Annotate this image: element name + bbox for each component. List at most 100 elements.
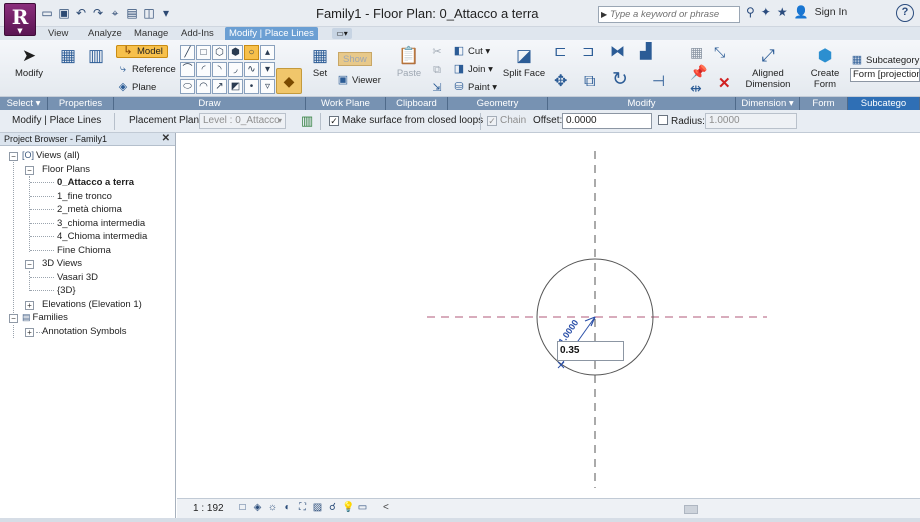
radius-input[interactable]: 1.0000: [705, 113, 797, 129]
panel-dimension[interactable]: Dimension ▾: [736, 97, 800, 110]
tree-item-4-chioma-intermedia[interactable]: 4_Chioma intermedia: [57, 230, 147, 243]
tree-item-3d-views[interactable]: 3D Views: [42, 257, 82, 270]
offset-input[interactable]: 0.0000: [562, 113, 652, 129]
delete-icon[interactable]: ✕: [718, 76, 731, 92]
undo-icon[interactable]: ↶: [74, 6, 88, 20]
paste-button[interactable]: 📋 Paste: [394, 44, 424, 79]
align-icon[interactable]: ⊏: [554, 44, 567, 60]
tab-manage[interactable]: Manage: [130, 27, 172, 40]
modify-button[interactable]: ➤ Modify: [8, 44, 50, 79]
tree-item-annotation-symbols[interactable]: Annotation Symbols: [42, 325, 127, 338]
analysis-display-icon[interactable]: ▭: [357, 502, 368, 513]
rotate-icon[interactable]: ↻: [612, 70, 628, 89]
trim-extend-icon[interactable]: ⊣: [652, 74, 665, 90]
horizontal-scrollbar-thumb[interactable]: [684, 505, 698, 514]
mirror-axis-icon[interactable]: ⧓: [610, 44, 625, 60]
subscription-icon[interactable]: ✦: [761, 5, 771, 19]
tree-item-3-chioma-intermedia[interactable]: 3_chioma intermedia: [57, 217, 145, 230]
radius-checkbox[interactable]: Radius:: [658, 115, 705, 127]
collapse-toggle[interactable]: −: [9, 152, 18, 161]
create-form-button[interactable]: ⬢ Create Form: [806, 44, 844, 90]
switch-windows-icon[interactable]: ◫: [142, 6, 156, 20]
scroll-left-icon[interactable]: <: [383, 502, 389, 513]
expand-toggle[interactable]: +: [25, 328, 34, 337]
tab-view[interactable]: View: [44, 27, 72, 40]
collapse-toggle[interactable]: −: [25, 166, 34, 175]
reference-line-button[interactable]: ⤷ Reference: [116, 61, 176, 77]
fillet-arc-tool-icon[interactable]: ◞: [228, 62, 243, 77]
make-surface-checkbox[interactable]: ✓ Make surface from closed loops: [329, 115, 483, 126]
viewer-button[interactable]: ▣ Viewer: [336, 72, 381, 88]
collapse-toggle[interactable]: −: [25, 260, 34, 269]
split-face-button[interactable]: ◪ Split Face: [502, 44, 546, 79]
tree-item-floor-plans[interactable]: Floor Plans: [42, 163, 90, 176]
chain-checkbox[interactable]: ✓ Chain: [487, 115, 526, 126]
save-icon[interactable]: ▣: [57, 6, 71, 20]
help-button[interactable]: ?: [896, 4, 914, 22]
tree-item-elevations[interactable]: Elevations (Elevation 1): [42, 298, 142, 311]
copy-clipboard-button[interactable]: ⧉: [430, 62, 446, 78]
draw-gallery-up-icon[interactable]: ▴: [260, 45, 275, 60]
cut-geometry-button[interactable]: ◧ Cut ▾: [452, 43, 490, 59]
drawing-surface[interactable]: 1.0000: [177, 133, 920, 498]
placement-plane-select[interactable]: Level : 0_Attacco ▾: [199, 113, 286, 129]
scale-icon[interactable]: ⤡: [714, 44, 725, 60]
show-crop-region-icon[interactable]: ▨: [312, 502, 323, 513]
shadows-icon[interactable]: ◐: [282, 502, 293, 513]
circle-tool-icon[interactable]: ○: [244, 45, 259, 60]
join-geometry-button[interactable]: ◨ Join ▾: [452, 61, 493, 77]
pick-plane-icon[interactable]: ▥: [301, 113, 313, 129]
reference-plane-button[interactable]: ◈ Plane: [116, 79, 157, 95]
tree-item-views-all[interactable]: [O] Views (all): [22, 149, 80, 162]
crop-view-icon[interactable]: ⛶: [297, 502, 308, 513]
type-properties-button[interactable]: ▥: [84, 44, 106, 68]
circumscribed-polygon-tool-icon[interactable]: ⬢: [228, 45, 243, 60]
detail-level-icon[interactable]: □: [237, 502, 248, 513]
offset-icon[interactable]: ⊐: [582, 44, 595, 60]
pin-icon[interactable]: 📌: [690, 64, 707, 80]
favorites-icon[interactable]: ★: [777, 5, 788, 19]
drawing-canvas[interactable]: 1.0000 0.35: [177, 133, 920, 498]
visual-style-icon[interactable]: ◈: [252, 502, 263, 513]
ribbon-minimize-button[interactable]: ▭▾: [332, 28, 352, 39]
match-properties-button[interactable]: ⇲: [430, 80, 446, 96]
spline-tool-icon[interactable]: ∿: [244, 62, 259, 77]
tangent-arc-tool-icon[interactable]: ◝: [212, 62, 227, 77]
paint-button[interactable]: ⛁ Paint ▾: [452, 79, 497, 95]
tab-add-ins[interactable]: Add-Ins: [177, 27, 218, 40]
panel-select[interactable]: Select ▾: [0, 97, 48, 110]
open-icon[interactable]: ▭: [40, 6, 54, 20]
start-end-arc-tool-icon[interactable]: ⌒: [180, 62, 195, 77]
tree-item-vasari-3d[interactable]: Vasari 3D: [57, 271, 98, 284]
search-input[interactable]: ▶ Type a keyword or phrase: [598, 6, 740, 23]
pick-lines-tool-icon[interactable]: ↗: [212, 79, 227, 94]
center-ends-arc-tool-icon[interactable]: ◜: [196, 62, 211, 77]
radius-dimension-input[interactable]: 0.35: [557, 341, 624, 361]
collapse-toggle[interactable]: −: [9, 314, 18, 323]
set-work-plane-button[interactable]: ▦ Set: [308, 44, 332, 79]
sun-path-icon[interactable]: ☼: [267, 502, 278, 513]
tree-item-fine-chioma[interactable]: Fine Chioma: [57, 244, 111, 257]
reveal-hidden-icon[interactable]: 💡: [342, 502, 354, 513]
move-icon[interactable]: ✥: [554, 74, 567, 90]
binoculars-icon[interactable]: ⚲: [746, 5, 755, 19]
line-tool-icon[interactable]: ╱: [180, 45, 195, 60]
customize-toolbar-icon[interactable]: ▾: [159, 6, 173, 20]
split-element-icon[interactable]: ⇹: [690, 80, 702, 96]
expand-arrow-icon[interactable]: ▶: [601, 7, 607, 22]
view-scale[interactable]: 1 : 192: [193, 503, 224, 514]
properties-button[interactable]: ▦: [56, 44, 78, 68]
model-line-button[interactable]: ↳ Model: [116, 43, 168, 59]
pick-edges-tool-icon[interactable]: ◩: [228, 79, 243, 94]
tree-item-2-meta-chioma[interactable]: 2_metà chioma: [57, 203, 122, 216]
rectangle-tool-icon[interactable]: □: [196, 45, 211, 60]
sign-in-link[interactable]: Sign In: [815, 6, 848, 18]
aligned-dimension-button[interactable]: ⤢ Aligned Dimension: [742, 44, 794, 90]
ellipse-tool-icon[interactable]: ⬭: [180, 79, 195, 94]
temporary-hide-icon[interactable]: ☌: [327, 502, 338, 513]
show-work-plane-button[interactable]: Show: [338, 52, 372, 66]
array-icon[interactable]: ▦: [690, 44, 703, 60]
tree-item-3d[interactable]: {3D}: [57, 284, 76, 297]
application-menu-button[interactable]: R ▼: [4, 3, 36, 36]
inscribed-polygon-tool-icon[interactable]: ⬡: [212, 45, 227, 60]
